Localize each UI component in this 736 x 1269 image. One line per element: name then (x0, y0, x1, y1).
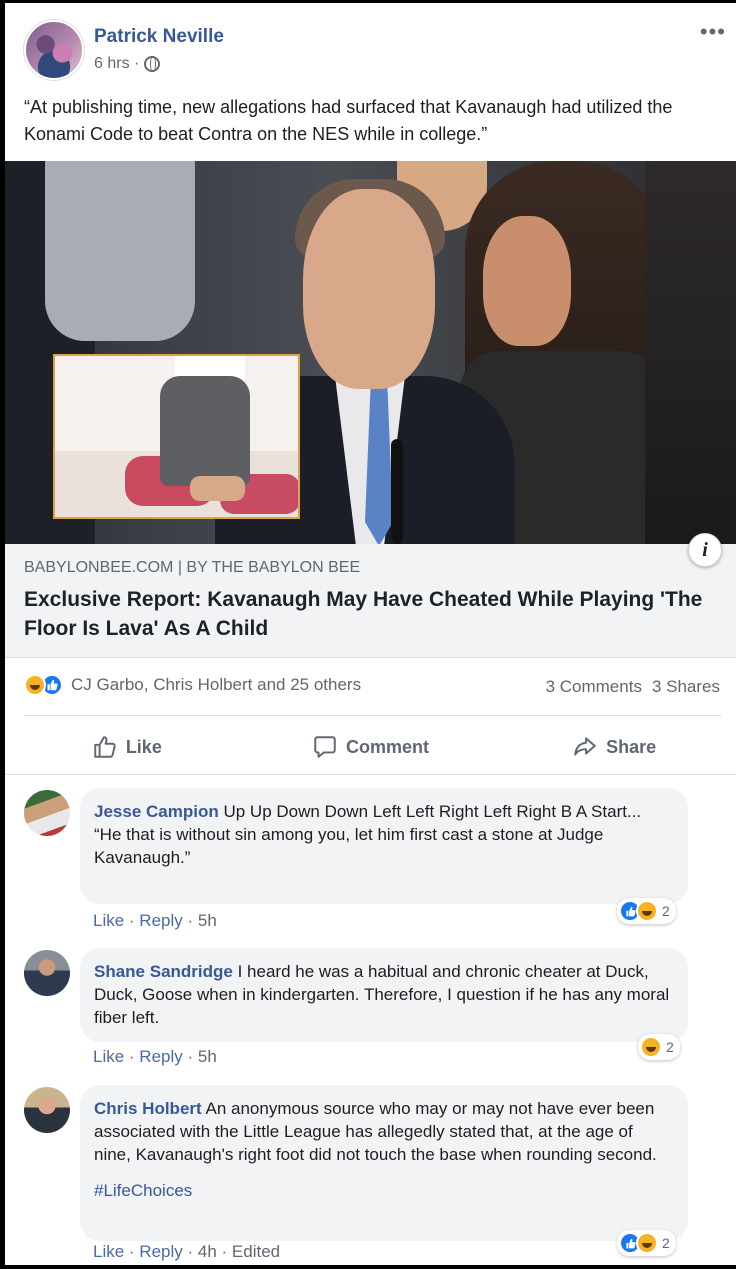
haha-reaction-icon (636, 900, 658, 922)
divider (5, 774, 736, 775)
comment-reactions[interactable]: 2 (617, 1230, 676, 1256)
comment-bubble: Shane Sandridge I heard he was a habitua… (80, 948, 688, 1042)
inset-legs (160, 376, 250, 486)
hashtag-link[interactable]: #LifeChoices (94, 1179, 674, 1202)
facebook-post-card: Patrick Neville 6 hrs · ••• “At publishi… (5, 3, 736, 1265)
comment-like-link[interactable]: Like (93, 1242, 124, 1261)
comment-time[interactable]: 4h (198, 1242, 217, 1261)
reaction-count: 2 (662, 1235, 670, 1251)
bg-figure (483, 216, 571, 346)
comment-reply-link[interactable]: Reply (139, 1047, 182, 1066)
action-bar: Like Comment Share (5, 725, 736, 769)
comment-author[interactable]: Chris Holbert (94, 1099, 202, 1118)
comment-count[interactable]: 3 Comments (546, 677, 642, 697)
comment-edited[interactable]: Edited (232, 1242, 280, 1261)
thumbs-up-icon (94, 736, 116, 758)
globe-icon (144, 56, 161, 72)
post-timestamp: 6 hrs · (94, 55, 161, 73)
comment-reactions[interactable]: 2 (638, 1034, 680, 1060)
microphone (391, 439, 403, 544)
engagement-counts: 3 Comments 3 Shares (546, 677, 720, 697)
comment-bubble: Chris Holbert An anonymous source who ma… (80, 1085, 688, 1241)
speaker-head (303, 189, 435, 389)
divider (24, 715, 721, 716)
haha-reaction-icon (636, 1232, 658, 1254)
bg-figure (645, 161, 736, 544)
author-name[interactable]: Patrick Neville (94, 26, 224, 48)
like-button[interactable]: Like (5, 725, 249, 769)
share-icon (574, 737, 596, 756)
commenter-avatar[interactable] (24, 1087, 70, 1133)
link-preview[interactable]: BABYLONBEE.COM | BY THE BABYLON BEE Excl… (5, 544, 736, 658)
link-title[interactable]: Exclusive Report: Kavanaugh May Have Che… (24, 585, 704, 643)
comment-author[interactable]: Jesse Campion (94, 802, 219, 821)
comment-time[interactable]: 5h (198, 1047, 217, 1066)
share-count[interactable]: 3 Shares (652, 677, 720, 697)
comment-icon (314, 736, 336, 758)
reaction-names[interactable]: CJ Garbo, Chris Holbert and 25 others (71, 675, 361, 695)
commenter-avatar[interactable] (24, 950, 70, 996)
more-options-icon[interactable]: ••• (700, 21, 726, 43)
comment-bubble: Jesse Campion Up Up Down Down Left Left … (80, 788, 688, 904)
link-domain: BABYLONBEE.COM | BY THE BABYLON BEE (24, 559, 361, 576)
comment-like-link[interactable]: Like (93, 1047, 124, 1066)
comment-reply-link[interactable]: Reply (139, 1242, 182, 1261)
post-time[interactable]: 6 hrs · (94, 55, 139, 73)
reaction-summary[interactable]: CJ Garbo, Chris Holbert and 25 others (24, 674, 361, 696)
reaction-count: 2 (662, 903, 670, 919)
info-icon[interactable]: i (688, 533, 722, 567)
comment-button[interactable]: Comment (249, 725, 493, 769)
inset-photo (53, 354, 300, 519)
share-button[interactable]: Share (492, 725, 736, 769)
link-preview-image[interactable] (5, 161, 736, 544)
bg-figure (45, 161, 195, 341)
comment-meta: Like · Reply · 4h · Edited (93, 1242, 281, 1261)
comment-meta: Like · Reply · 5h (93, 911, 217, 930)
comment-reply-link[interactable]: Reply (139, 911, 182, 930)
haha-reaction-icon (24, 674, 46, 696)
author-avatar[interactable] (24, 20, 84, 80)
comment-like-link[interactable]: Like (93, 911, 124, 930)
share-label: Share (606, 736, 657, 757)
comment-meta: Like · Reply · 5h (93, 1047, 217, 1066)
reaction-count: 2 (666, 1039, 674, 1055)
inset-feet (190, 476, 245, 501)
haha-reaction-icon (640, 1036, 662, 1058)
comment-label: Comment (346, 736, 430, 757)
post-text: “At publishing time, new allegations had… (24, 97, 673, 144)
like-label: Like (125, 736, 162, 757)
comment-reactions[interactable]: 2 (617, 898, 676, 924)
comment-author[interactable]: Shane Sandridge (94, 962, 233, 981)
comment-time[interactable]: 5h (198, 911, 217, 930)
commenter-avatar[interactable] (24, 790, 70, 836)
